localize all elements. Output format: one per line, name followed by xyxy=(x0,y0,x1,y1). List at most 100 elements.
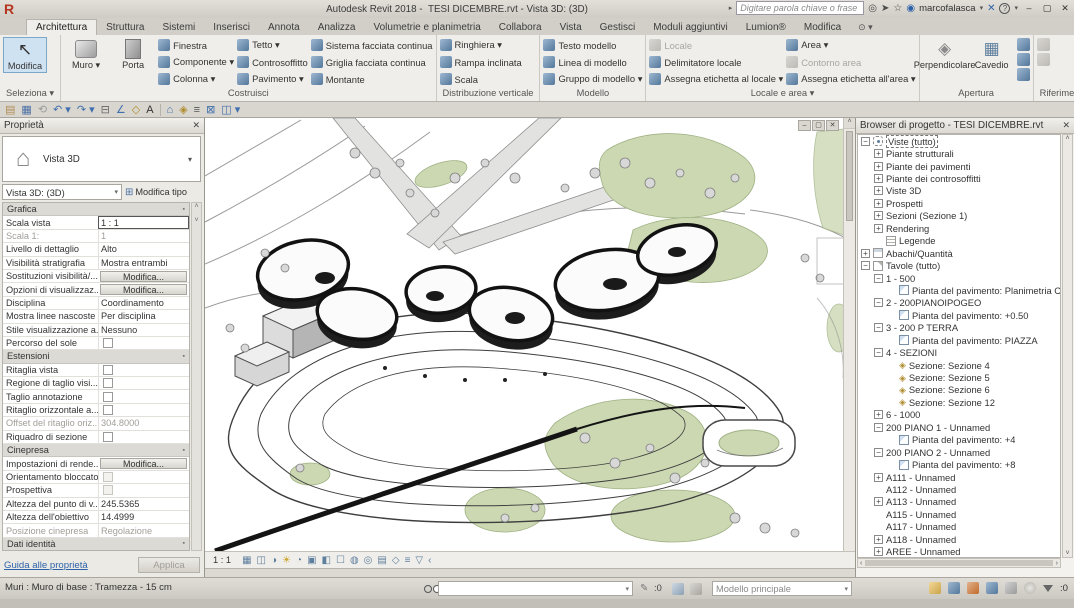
user-avatar-icon[interactable]: ◉ xyxy=(906,3,915,14)
detail-level-icon[interactable]: ◫ xyxy=(257,555,266,566)
expand-icon[interactable]: + xyxy=(874,162,883,171)
property-edit-button[interactable]: Modifica... xyxy=(100,284,187,295)
scroll-up-icon[interactable]: ˄ xyxy=(844,118,855,129)
help-menu-caret-icon[interactable]: ▾ xyxy=(1014,4,1018,12)
collapse-icon[interactable]: − xyxy=(874,298,883,307)
active-workset-combo[interactable]: ▾ xyxy=(438,581,633,596)
exclude-links-icon[interactable] xyxy=(948,582,960,594)
browser-horizontal-scrollbar[interactable]: ‹› xyxy=(857,558,1061,568)
tab-architettura[interactable]: Architettura xyxy=(26,19,97,35)
tree-item-piante-dei-pavimenti[interactable]: +Piante dei pavimenti xyxy=(858,160,1060,172)
tab-moduli-aggiuntivi[interactable]: Moduli aggiuntivi xyxy=(644,20,737,35)
tab-vista[interactable]: Vista xyxy=(551,20,591,35)
checkbox[interactable] xyxy=(103,392,113,402)
close-button[interactable]: ✕ xyxy=(1058,2,1072,15)
drawing-viewport[interactable]: – ▢ ✕ ˄ 1 : 1 ▦◫◑☀◔▣◧☐◍◎▤◇≡▽‹ xyxy=(205,118,855,577)
tree-item-sezione-sezione-12[interactable]: ◈Sezione: Sezione 12 xyxy=(858,396,1060,408)
temporary-view-properties-icon[interactable]: ≡ xyxy=(405,555,411,566)
view-scale-label[interactable]: 1 : 1 xyxy=(213,555,231,565)
tree-item-sezione-sezione-6[interactable]: ◈Sezione: Sezione 6 xyxy=(858,384,1060,396)
signin-icon[interactable]: ➤ xyxy=(881,3,889,14)
collapse-icon[interactable]: − xyxy=(874,274,883,283)
panel-label-modello[interactable]: Modello xyxy=(540,88,645,101)
button-tetto[interactable]: Tetto ▾ xyxy=(237,37,308,53)
tree-item-aree-unnamed[interactable]: +AREE - Unnamed xyxy=(858,545,1060,557)
button-perpendicolare[interactable]: ◈Perpendicolare xyxy=(923,37,967,71)
tab-analizza[interactable]: Analizza xyxy=(309,20,365,35)
expand-icon[interactable]: + xyxy=(874,410,883,419)
tag-icon[interactable]: ◇ xyxy=(132,103,140,117)
button-controsoffitto[interactable]: Controsoffitto xyxy=(237,54,308,70)
tree-item-sezione-sezione-5[interactable]: ◈Sezione: Sezione 5 xyxy=(858,371,1060,383)
property-edit-button[interactable]: Modifica... xyxy=(100,458,187,469)
render-dialog-icon[interactable]: ▣ xyxy=(307,555,316,566)
button-area[interactable]: Area ▾ xyxy=(786,37,915,53)
tree-item-abachi-quantit[interactable]: +Abachi/Quantità xyxy=(858,247,1060,259)
tree-item-a118-unnamed[interactable]: +A118 - Unnamed xyxy=(858,533,1060,545)
expand-icon[interactable]: + xyxy=(874,535,883,544)
tree-item-piante-strutturali[interactable]: +Piante strutturali xyxy=(858,147,1060,159)
collapse-icon[interactable]: − xyxy=(861,137,870,146)
tree-item-6-1000[interactable]: +6 - 1000 xyxy=(858,409,1060,421)
collapse-icon[interactable]: − xyxy=(874,323,883,332)
panel-label-costruisci[interactable]: Costruisci xyxy=(61,88,435,101)
username[interactable]: marcofalasca xyxy=(919,3,976,14)
property-value[interactable]: Regolazione xyxy=(98,524,189,536)
redo-icon[interactable]: ↷ ▾ xyxy=(77,103,95,117)
panel-label-locale-e-area[interactable]: Locale e area ▾ xyxy=(646,88,918,101)
reveal-hidden-icon[interactable]: ▤ xyxy=(377,555,386,566)
view-horizontal-scrollbar[interactable] xyxy=(205,568,855,577)
button-griglia-facciata-continua[interactable]: Griglia facciata continua xyxy=(311,54,433,70)
button-finestra[interactable]: Finestra xyxy=(158,37,234,53)
button-pavimento[interactable]: Pavimento ▾ xyxy=(237,71,308,87)
button-sistema-facciata-continua[interactable]: Sistema facciata continua xyxy=(311,37,433,53)
tab-volumetrie-e-planimetria[interactable]: Volumetrie e planimetria xyxy=(365,20,490,35)
show-crop-icon[interactable]: ☐ xyxy=(336,555,345,566)
expand-icon[interactable]: + xyxy=(874,199,883,208)
design-options-pick-icon[interactable] xyxy=(690,583,702,595)
panel-label-apertura[interactable]: Apertura xyxy=(920,88,1033,101)
pin-icon[interactable]: ▪ xyxy=(183,353,185,360)
sun-path-icon[interactable]: ☀ xyxy=(282,555,291,566)
expand-icon[interactable]: + xyxy=(874,174,883,183)
filter-icon[interactable] xyxy=(1043,585,1053,592)
checkbox[interactable] xyxy=(103,405,113,415)
search-input[interactable]: Digitare parola chiave o frase xyxy=(736,1,864,15)
properties-scrollbar[interactable]: ˄˅ xyxy=(191,202,202,551)
dormer-opening-icon[interactable] xyxy=(1017,68,1030,81)
checkbox[interactable] xyxy=(103,378,113,388)
button-colonna[interactable]: Colonna ▾ xyxy=(158,71,234,87)
tree-item-2-200pianoipogeo[interactable]: −2 - 200PIANOIPOGEO xyxy=(858,297,1060,309)
revit-logo-icon[interactable]: R xyxy=(4,1,26,17)
exchange-apps-icon[interactable]: ✕ xyxy=(987,3,995,14)
unlocked-view-icon[interactable]: ◍ xyxy=(350,555,359,566)
sync-icon[interactable]: ⟲ xyxy=(38,103,47,117)
property-value[interactable]: 304.8000 xyxy=(98,417,189,429)
tab-collabora[interactable]: Collabora xyxy=(490,20,551,35)
tree-item-viste-tutto[interactable]: −Viste (tutto) xyxy=(858,135,1060,147)
minimize-button[interactable]: – xyxy=(1022,2,1036,15)
tree-item-pianta-del-pavimento-4[interactable]: Pianta del pavimento: +4 xyxy=(858,434,1060,446)
tree-item-a112-unnamed[interactable]: A112 - Unnamed xyxy=(858,483,1060,495)
ribbon-display-toggle-icon[interactable]: ⊙ ▾ xyxy=(858,22,873,35)
view-scale-icon[interactable]: ▦ xyxy=(242,555,251,566)
tab-sistemi[interactable]: Sistemi xyxy=(154,20,205,35)
button-porta[interactable]: Porta xyxy=(111,37,155,71)
button-linea-di-modello[interactable]: Linea di modello xyxy=(543,54,642,70)
section-icon[interactable]: ◈ xyxy=(179,103,187,117)
properties-close-icon[interactable]: ✕ xyxy=(192,120,200,131)
expand-icon[interactable]: + xyxy=(874,224,883,233)
pin-icon[interactable]: ▪ xyxy=(183,447,185,454)
button-assegna-etichetta-all-area[interactable]: Assegna etichetta all'area ▾ xyxy=(786,71,915,87)
property-value[interactable]: Coordinamento xyxy=(98,297,189,309)
measure-icon[interactable]: ∠ xyxy=(116,103,126,117)
reveal-constraints-icon[interactable]: ▽ xyxy=(415,555,423,566)
drag-elements-icon[interactable] xyxy=(1005,582,1017,594)
type-selector[interactable]: ⌂ Vista 3D ▾ xyxy=(2,136,201,182)
browser-vertical-scrollbar[interactable]: ˄˅ xyxy=(1062,134,1073,558)
property-value[interactable]: 1 xyxy=(98,230,189,242)
background-process-icon[interactable] xyxy=(1024,582,1036,594)
view-close-button[interactable]: ✕ xyxy=(826,120,839,131)
collapse-icon[interactable]: − xyxy=(874,448,883,457)
property-value[interactable]: Per disciplina xyxy=(98,310,189,322)
